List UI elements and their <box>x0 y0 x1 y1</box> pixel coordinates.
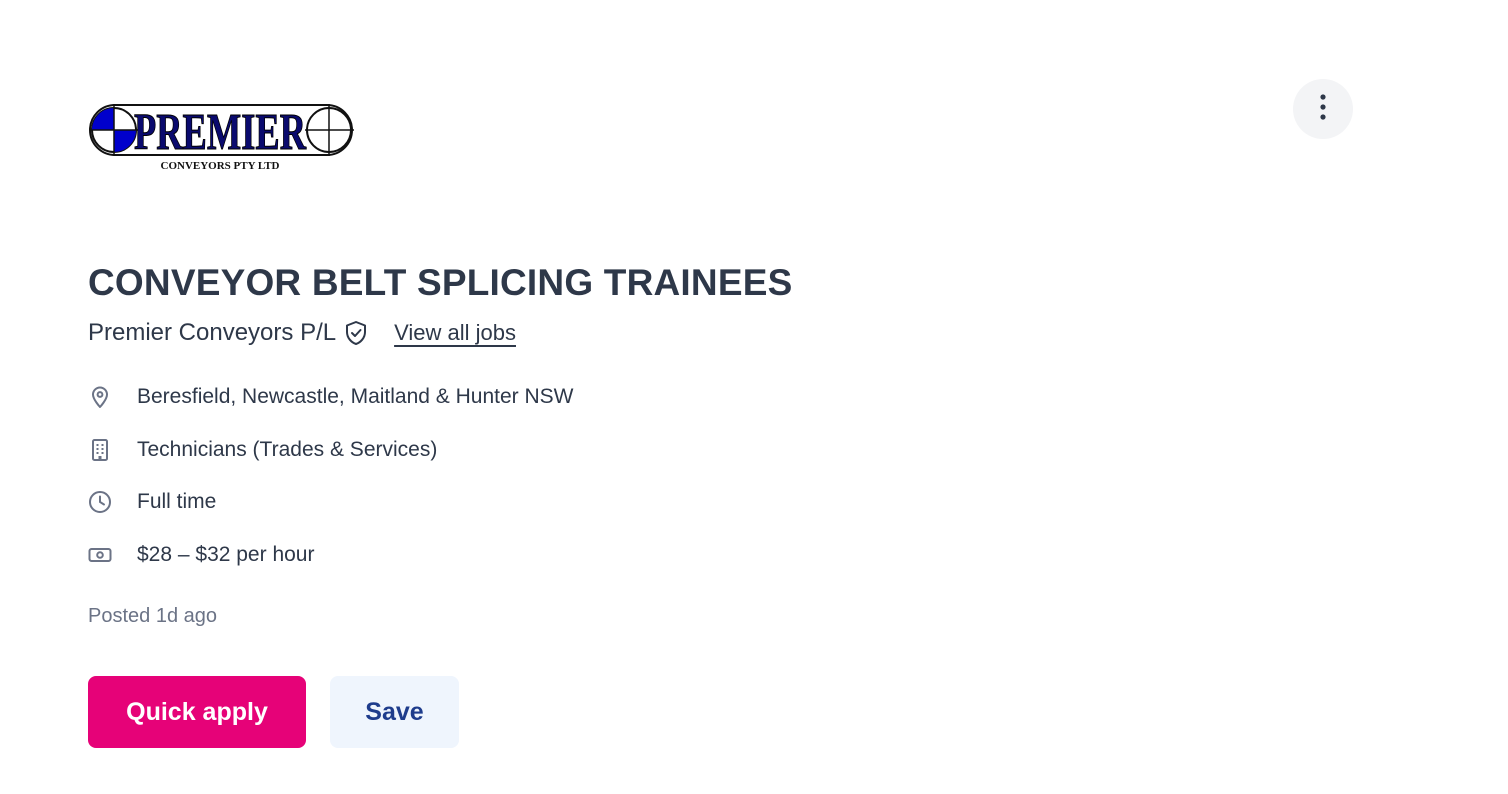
detail-salary-text: $28 – $32 per hour <box>137 542 315 566</box>
company-logo: PREMIER CONVEYORS PTY LTD <box>88 98 358 176</box>
detail-work-type: Full time <box>88 484 574 520</box>
detail-work-type-text: Full time <box>137 490 217 513</box>
detail-location-text: Beresfield, Newcastle, Maitland & Hunter… <box>137 385 574 408</box>
more-vertical-icon <box>1320 93 1326 125</box>
more-options-button[interactable] <box>1293 79 1353 139</box>
quick-apply-button[interactable]: Quick apply <box>88 676 306 748</box>
shield-check-icon <box>344 320 368 346</box>
svg-text:CONVEYORS PTY LTD: CONVEYORS PTY LTD <box>161 160 280 172</box>
posted-date: Posted 1d ago <box>88 605 217 627</box>
detail-salary: $28 – $32 per hour <box>88 537 574 573</box>
job-title: CONVEYOR BELT SPLICING TRAINEES <box>88 262 793 303</box>
view-all-jobs-link[interactable]: View all jobs <box>394 320 516 346</box>
company-row: Premier Conveyors P/L View all jobs <box>88 316 516 350</box>
money-icon <box>88 543 112 567</box>
detail-classification: Technicians (Trades & Services) <box>88 432 574 468</box>
job-details-list: Beresfield, Newcastle, Maitland & Hunter… <box>88 379 574 589</box>
detail-classification-text: Technicians (Trades & Services) <box>137 437 438 461</box>
job-details-page: PREMIER CONVEYORS PTY LTD CONVEYOR BELT … <box>0 0 1508 794</box>
save-button[interactable]: Save <box>330 676 459 748</box>
building-icon <box>88 438 112 462</box>
location-pin-icon <box>88 385 112 409</box>
detail-location: Beresfield, Newcastle, Maitland & Hunter… <box>88 379 574 415</box>
clock-icon <box>88 490 112 514</box>
company-name: Premier Conveyors P/L <box>88 319 337 346</box>
svg-text:PREMIER: PREMIER <box>134 104 307 161</box>
